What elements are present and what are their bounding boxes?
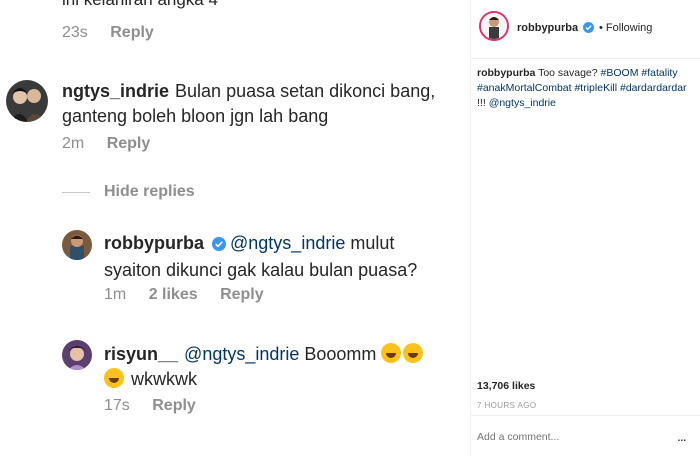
comment-thread: ini kelahiran angka 4 23s Reply ngtys_in… xyxy=(0,0,470,456)
comment-meta: 2m Reply xyxy=(62,135,168,153)
rofl-emoji-icon xyxy=(381,343,402,363)
hashtag-anakmortalcombat[interactable]: #anakMortalCombat xyxy=(477,82,572,94)
previous-comment-text: ini kelahiran angka 4 xyxy=(62,0,218,10)
avatar-risyun[interactable] xyxy=(62,340,92,370)
comment-text-line1: Bulan puasa setan dikonci bang, xyxy=(175,81,436,101)
likes-count-button[interactable]: 2 likes xyxy=(149,286,198,303)
reply-meta: 17s Reply xyxy=(104,397,214,415)
reply-text-line1: mulut xyxy=(345,233,395,253)
next-comment-partial xyxy=(0,450,470,456)
follow-status[interactable]: • Following xyxy=(599,22,652,34)
reply-text-line1: Booomm xyxy=(299,344,377,364)
post-side-panel: robbypurba • Following robbypurba Too sa… xyxy=(470,0,700,456)
hide-replies-line xyxy=(62,192,90,193)
reply-username[interactable]: robbypurba xyxy=(104,233,204,253)
follow-separator: • xyxy=(599,22,603,34)
comment-time: 2m xyxy=(62,135,85,152)
comment-body: ngtys_indrie Bulan puasa setan dikonci ba… xyxy=(62,79,462,129)
add-comment-input[interactable] xyxy=(477,431,667,443)
hashtag-triplekill[interactable]: #tripleKill xyxy=(574,82,617,94)
reply-button[interactable]: Reply xyxy=(107,135,151,152)
likes-count[interactable]: 13,706 likes xyxy=(477,380,535,392)
reply-time: 17s xyxy=(104,397,130,414)
reply-button[interactable]: Reply xyxy=(152,397,196,414)
post-owner-username[interactable]: robbypurba xyxy=(517,22,598,36)
verified-badge-icon xyxy=(583,22,595,36)
rofl-emoji-icon xyxy=(403,343,424,363)
more-options-icon[interactable]: ... xyxy=(677,428,687,444)
post-header: robbypurba • Following xyxy=(471,0,700,59)
reply-mention[interactable]: @ngtys_indrie xyxy=(230,233,345,253)
post-owner-username-text[interactable]: robbypurba xyxy=(517,22,578,34)
post-caption: robbypurba Too savage? #BOOM #fatality #… xyxy=(477,66,695,111)
caption-exclaim: !!! xyxy=(477,97,486,109)
rofl-emoji-icon xyxy=(104,368,124,388)
following-button[interactable]: Following xyxy=(606,22,652,34)
reply-mention[interactable]: @ngtys_indrie xyxy=(184,344,299,364)
hide-replies-button[interactable]: Hide replies xyxy=(104,183,195,201)
reply-text-line2: wkwkwk xyxy=(126,369,197,389)
hashtag-fatality[interactable]: #fatality xyxy=(641,67,677,79)
reply-meta: 1m 2 likes Reply xyxy=(104,286,282,304)
reply-username[interactable]: risyun__ xyxy=(104,344,178,364)
comment-username[interactable]: ngtys_indrie xyxy=(62,81,169,101)
hashtag-boom[interactable]: #BOOM xyxy=(601,67,639,79)
previous-comment-meta: 23s Reply xyxy=(62,24,172,42)
post-owner-avatar[interactable] xyxy=(479,11,509,41)
reply-text-line2: syaiton dikunci gak kalau bulan puasa? xyxy=(104,260,418,280)
caption-username[interactable]: robbypurba xyxy=(477,67,535,79)
post-timestamp[interactable]: 7 HOURS AGO xyxy=(477,401,537,410)
reply-body: robbypurba @ngtys_indrie mulut syaiton di… xyxy=(104,231,464,283)
avatar-robbypurba[interactable] xyxy=(62,230,92,260)
reply-button[interactable]: Reply xyxy=(220,286,264,303)
reply-time: 1m xyxy=(104,286,127,303)
verified-badge-icon xyxy=(212,233,227,258)
comment-text-line2: ganteng boleh bloon jgn lah bang xyxy=(62,106,329,126)
hashtag-dardardardar[interactable]: #dardardardar xyxy=(620,82,687,94)
caption-mention[interactable]: @ngtys_indrie xyxy=(489,97,556,109)
caption-text: Too savage? xyxy=(535,67,601,79)
reply-body: risyun__ @ngtys_indrie Booomm wkwkwk xyxy=(104,342,464,392)
panel-divider xyxy=(471,415,700,416)
comment-time: 23s xyxy=(62,24,88,41)
reply-button[interactable]: Reply xyxy=(110,24,154,41)
avatar-ngtys-indrie[interactable] xyxy=(6,80,48,122)
